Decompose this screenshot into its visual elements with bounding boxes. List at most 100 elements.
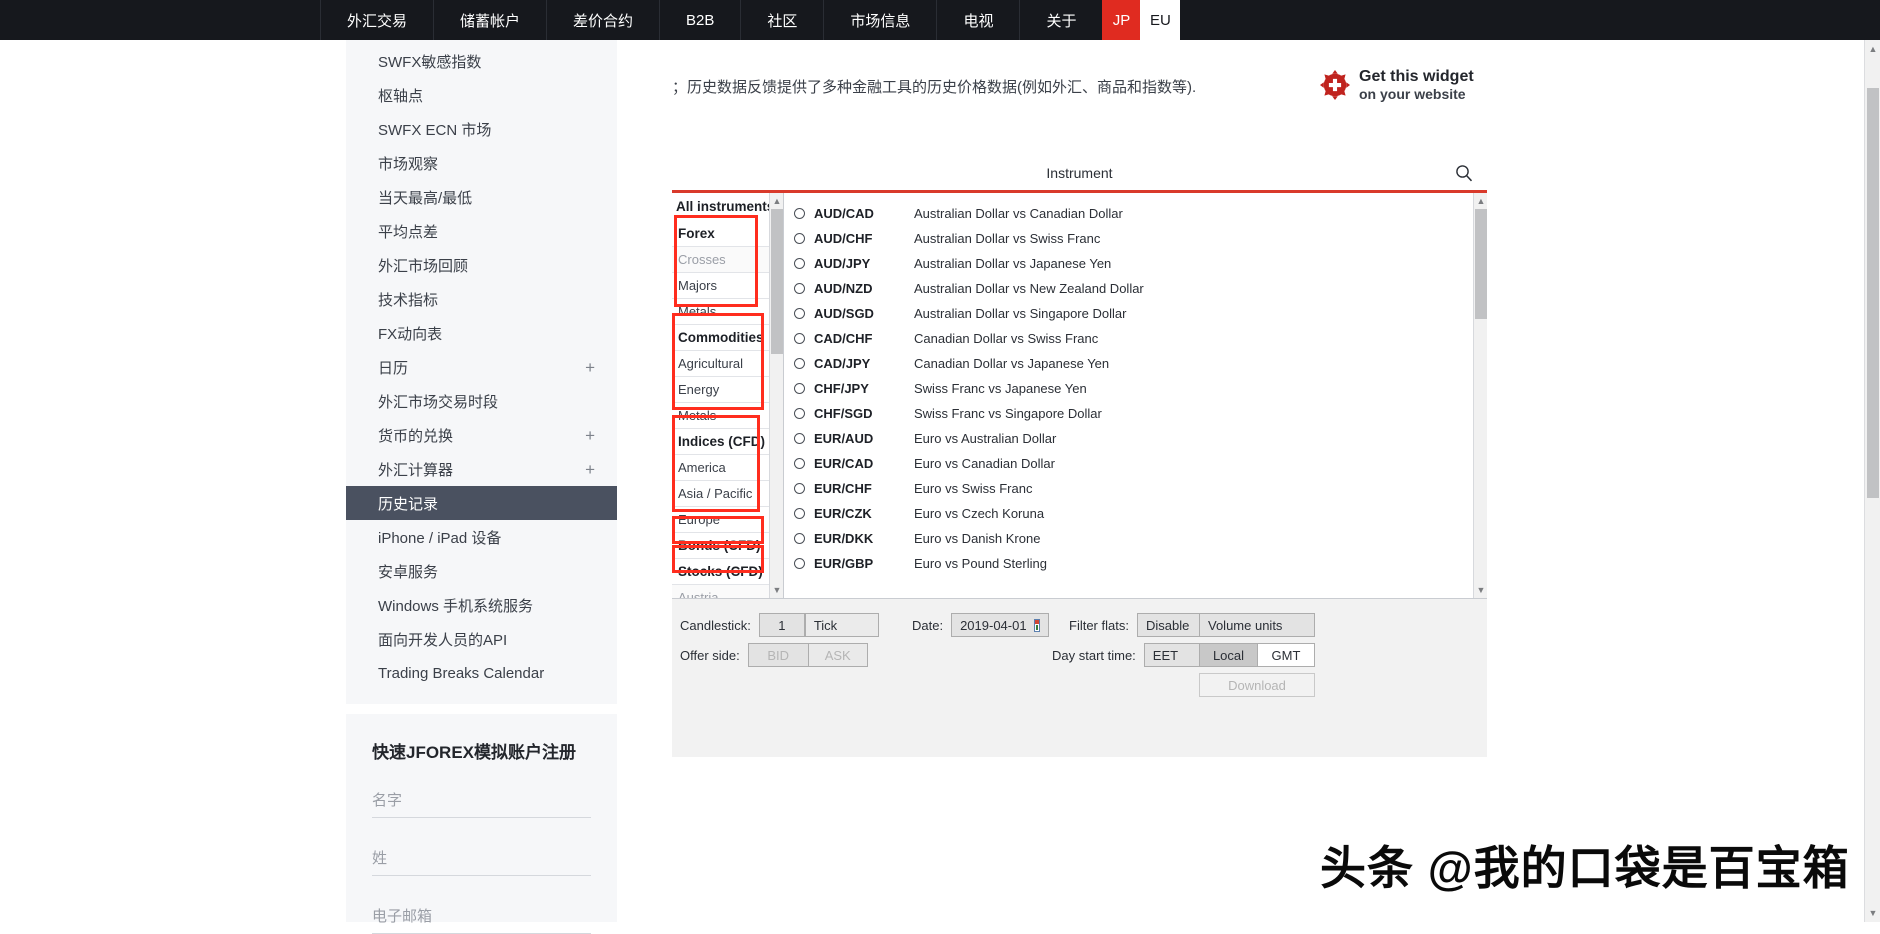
instrument-row[interactable]: CHF/JPY Swiss Franc vs Japanese Yen xyxy=(784,376,1487,401)
radio-icon[interactable] xyxy=(794,258,805,269)
tree-group-header[interactable]: Bonds (CFD) xyxy=(672,533,783,559)
expand-plus-icon[interactable]: + xyxy=(585,427,595,444)
radio-icon[interactable] xyxy=(794,283,805,294)
expand-plus-icon[interactable]: + xyxy=(585,359,595,376)
nav-item-about[interactable]: 关于 xyxy=(1019,0,1102,40)
radio-icon[interactable] xyxy=(794,333,805,344)
sidebar-item-daily-high-low[interactable]: 当天最高/最低 xyxy=(346,180,617,214)
tree-group-header[interactable]: Commodities xyxy=(672,325,783,351)
nav-item-forex-trading[interactable]: 外汇交易 xyxy=(320,0,433,40)
instrument-row[interactable]: EUR/AUD Euro vs Australian Dollar xyxy=(784,426,1487,451)
radio-icon[interactable] xyxy=(794,433,805,444)
tree-row-crosses[interactable]: Crosses ▶ xyxy=(672,247,783,273)
radio-icon[interactable] xyxy=(794,233,805,244)
instrument-row[interactable]: EUR/CAD Euro vs Canadian Dollar xyxy=(784,451,1487,476)
radio-icon[interactable] xyxy=(794,308,805,319)
download-button[interactable]: Download xyxy=(1199,673,1315,697)
instrument-row[interactable]: AUD/NZD Australian Dollar vs New Zealand… xyxy=(784,276,1487,301)
page-vertical-scrollbar[interactable]: ▲ ▼ xyxy=(1864,40,1880,922)
tree-row-majors[interactable]: Majors ▶ xyxy=(672,273,783,299)
sidebar-item-android-service[interactable]: 安卓服务 xyxy=(346,554,617,588)
nav-item-tv[interactable]: 电视 xyxy=(936,0,1019,40)
radio-icon[interactable] xyxy=(794,508,805,519)
get-this-widget-badge[interactable]: Get this widget on your website xyxy=(1320,68,1474,102)
instrument-row[interactable]: CAD/JPY Canadian Dollar vs Japanese Yen xyxy=(784,351,1487,376)
language-switch-eu[interactable]: EU xyxy=(1140,0,1180,40)
nav-item-market-info[interactable]: 市场信息 xyxy=(823,0,936,40)
radio-icon[interactable] xyxy=(794,358,805,369)
instrument-row[interactable]: EUR/GBP Euro vs Pound Sterling xyxy=(784,551,1487,576)
radio-icon[interactable] xyxy=(794,208,805,219)
tree-row-america[interactable]: America ▶ xyxy=(672,455,783,481)
radio-icon[interactable] xyxy=(794,533,805,544)
sidebar-item-market-watch[interactable]: 市场观察 xyxy=(346,146,617,180)
sidebar-item-currency-converter[interactable]: 货币的兑换+ xyxy=(346,418,617,452)
nav-item-b2b[interactable]: B2B xyxy=(659,0,740,40)
language-switch-jp[interactable]: JP xyxy=(1102,0,1140,40)
scroll-up-arrow-icon[interactable]: ▲ xyxy=(1868,44,1878,54)
tree-scrollbar-thumb[interactable] xyxy=(771,209,783,354)
tree-vertical-scrollbar[interactable]: ▲ ▼ xyxy=(769,193,783,598)
sidebar-item-forex-trading-hours[interactable]: 外汇市场交易时段 xyxy=(346,384,617,418)
tree-row-europe[interactable]: Europe ▶ xyxy=(672,507,783,533)
nav-item-cfd[interactable]: 差价合约 xyxy=(546,0,659,40)
sidebar-item-forex-market-review[interactable]: 外汇市场回顾 xyxy=(346,248,617,282)
signup-first-name-field[interactable]: 名字 xyxy=(372,789,591,818)
scroll-down-arrow-icon[interactable]: ▼ xyxy=(1868,908,1878,918)
nav-item-community[interactable]: 社区 xyxy=(740,0,823,40)
sidebar-item-developer-api[interactable]: 面向开发人员的API xyxy=(346,622,617,656)
sidebar-item-swfx-ecn-market[interactable]: SWFX ECN 市场 xyxy=(346,112,617,146)
nav-item-savings-account[interactable]: 储蓄帐户 xyxy=(433,0,546,40)
tree-group-header[interactable]: Forex xyxy=(672,221,783,247)
radio-icon[interactable] xyxy=(794,383,805,394)
instrument-scrollbar-thumb[interactable] xyxy=(1475,209,1487,319)
tree-row-forex-metals[interactable]: Metals ▶ xyxy=(672,299,783,325)
instrument-list-scrollbar[interactable]: ▲ ▼ xyxy=(1473,193,1487,598)
offer-side-bid-button[interactable]: BID xyxy=(748,643,808,667)
tree-group-header[interactable]: Stocks (CFD) xyxy=(672,559,783,585)
signup-email-field[interactable]: 电子邮箱 xyxy=(372,905,591,934)
instrument-row[interactable]: AUD/CHF Australian Dollar vs Swiss Franc xyxy=(784,226,1487,251)
radio-icon[interactable] xyxy=(794,458,805,469)
sidebar-item-windows-phone-service[interactable]: Windows 手机系统服务 xyxy=(346,588,617,622)
search-icon[interactable] xyxy=(1455,164,1473,182)
timezone-local-button[interactable]: Local xyxy=(1199,643,1257,667)
tree-row-commodities-metals[interactable]: Metals ▶ xyxy=(672,403,783,429)
tree-row-asia-pacific[interactable]: Asia / Pacific ▶ xyxy=(672,481,783,507)
calendar-icon[interactable] xyxy=(1034,619,1041,632)
instrument-row[interactable]: EUR/DKK Euro vs Danish Krone xyxy=(784,526,1487,551)
tree-group-header[interactable]: Indices (CFD) xyxy=(672,429,783,455)
sidebar-item-forex-calculator[interactable]: 外汇计算器+ xyxy=(346,452,617,486)
signup-last-name-field[interactable]: 姓 xyxy=(372,847,591,876)
instrument-row[interactable]: AUD/CAD Australian Dollar vs Canadian Do… xyxy=(784,201,1487,226)
candlestick-count-input[interactable]: 1 xyxy=(759,613,805,637)
instrument-row[interactable]: CHF/SGD Swiss Franc vs Singapore Dollar xyxy=(784,401,1487,426)
radio-icon[interactable] xyxy=(794,483,805,494)
sidebar-item-trading-breaks-calendar[interactable]: Trading Breaks Calendar xyxy=(346,656,617,690)
sidebar-item-technical-indicators[interactable]: 技术指标 xyxy=(346,282,617,316)
tree-row-agricultural[interactable]: Agricultural ▶ xyxy=(672,351,783,377)
sidebar-item-average-spread[interactable]: 平均点差 xyxy=(346,214,617,248)
sidebar-item-fx-movement-table[interactable]: FX动向表 xyxy=(346,316,617,350)
instrument-row[interactable]: AUD/JPY Australian Dollar vs Japanese Ye… xyxy=(784,251,1487,276)
radio-icon[interactable] xyxy=(794,408,805,419)
date-input[interactable]: 2019-04-01 xyxy=(951,613,1049,637)
page-scrollbar-thumb[interactable] xyxy=(1867,88,1879,498)
scroll-up-arrow-icon[interactable]: ▲ xyxy=(772,195,782,207)
instrument-row[interactable]: CAD/CHF Canadian Dollar vs Swiss Franc xyxy=(784,326,1487,351)
candlestick-unit-select[interactable]: Tick xyxy=(805,613,879,637)
sidebar-item-calendar[interactable]: 日历+ xyxy=(346,350,617,384)
tree-row-energy[interactable]: Energy ▶ xyxy=(672,377,783,403)
scroll-down-arrow-icon[interactable]: ▼ xyxy=(1476,584,1486,596)
sidebar-item-historical-data[interactable]: 历史记录 xyxy=(346,486,617,520)
volume-units-select[interactable]: Volume units xyxy=(1199,613,1315,637)
sidebar-item-pivot-points[interactable]: 枢轴点 xyxy=(346,78,617,112)
scroll-down-arrow-icon[interactable]: ▼ xyxy=(772,584,782,596)
timezone-gmt-button[interactable]: GMT xyxy=(1257,643,1315,667)
scroll-up-arrow-icon[interactable]: ▲ xyxy=(1476,195,1486,207)
tree-row-austria[interactable]: Austria ▶ xyxy=(672,585,783,598)
offer-side-ask-button[interactable]: ASK xyxy=(808,643,868,667)
sidebar-item-swfx-sentiment-index[interactable]: SWFX敏感指数 xyxy=(346,44,617,78)
radio-icon[interactable] xyxy=(794,558,805,569)
instrument-row[interactable]: AUD/SGD Australian Dollar vs Singapore D… xyxy=(784,301,1487,326)
